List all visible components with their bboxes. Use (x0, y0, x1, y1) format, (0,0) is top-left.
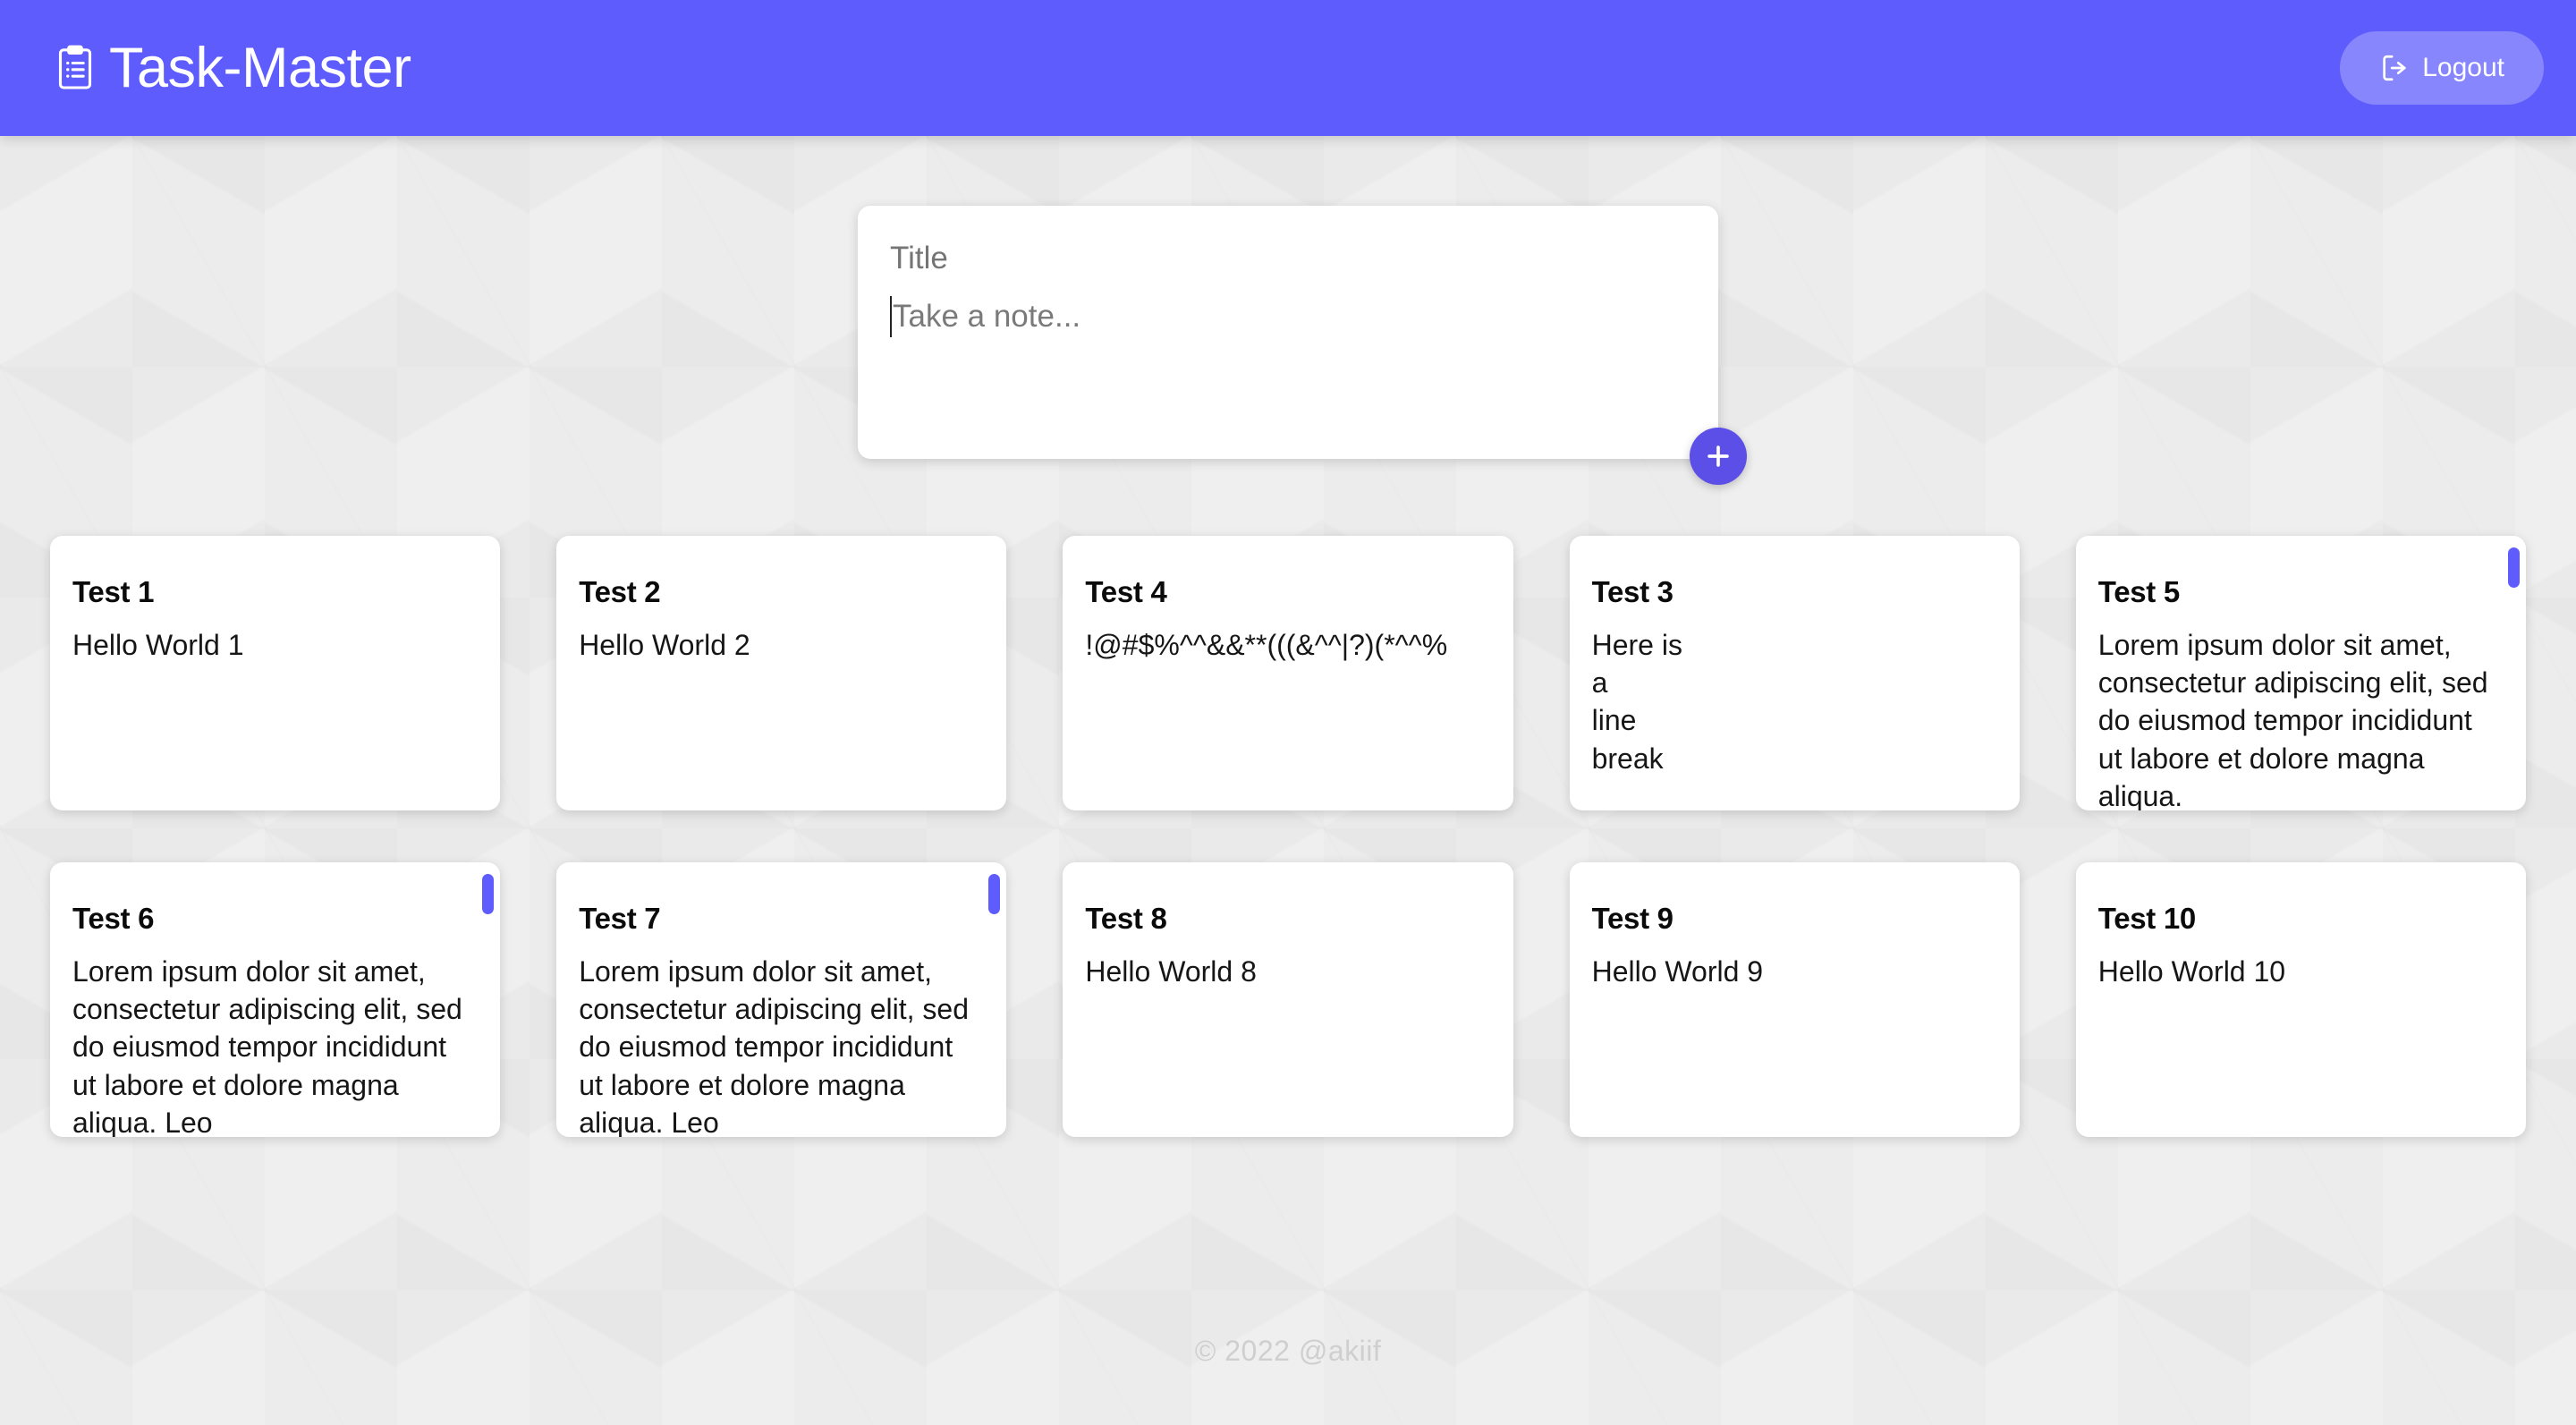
note-card-body: Hello World 2 (579, 628, 750, 661)
note-card-title: Test 4 (1085, 575, 1167, 608)
note-card-body: Lorem ipsum dolor sit amet, consectetur … (2097, 628, 2496, 810)
note-body-input[interactable]: Take a note... (890, 295, 1686, 337)
note-card-body: Hello World 10 (2097, 954, 2286, 988)
brand: Task-Master (55, 36, 411, 99)
note-card-title: Test 1 (72, 575, 155, 608)
footer-text: © 2022 @akiif (1194, 1335, 1382, 1367)
note-card-title: Test 9 (1591, 902, 1674, 935)
note-card[interactable]: Test 2 Hello World 2 (556, 536, 1007, 810)
app-footer: © 2022 @akiif (0, 1335, 2576, 1368)
note-card-scrollbar[interactable] (482, 874, 495, 914)
note-composer[interactable]: Title Take a note... (858, 206, 1747, 485)
note-card[interactable]: Test 5 Lorem ipsum dolor sit amet, consec… (2075, 536, 2526, 810)
text-caret (890, 295, 892, 337)
note-card-scrollbar[interactable] (988, 874, 1001, 914)
note-card-body: Hello World 1 (72, 628, 244, 661)
note-card[interactable]: Test 6 Lorem ipsum dolor sit amet, consec… (50, 862, 501, 1137)
note-card[interactable]: Test 10 Hello World 10 (2075, 862, 2526, 1137)
note-card-body: Hello World 9 (1591, 954, 1764, 988)
note-card-body: Hello World 8 (1085, 954, 1257, 988)
note-card-body: Lorem ipsum dolor sit amet, consectetur … (72, 954, 470, 1137)
note-card-title: Test 3 (1591, 575, 1674, 608)
logout-icon (2379, 53, 2410, 83)
note-card-body: Here is a line break (1591, 628, 1682, 775)
page-title: Task-Master (109, 36, 411, 99)
clipboard-icon (55, 45, 95, 91)
note-card-title: Test 7 (579, 902, 661, 935)
composer-section: Title Take a note... (0, 136, 2576, 485)
note-card[interactable]: Test 9 Hello World 9 (1569, 862, 2020, 1137)
note-card-title: Test 10 (2097, 902, 2196, 935)
notes-grid: Test 1 Hello World 1 Test 2 Hello World 2 Te… (0, 459, 2576, 1137)
note-card-title: Test 6 (72, 902, 155, 935)
note-card-title: Test 5 (2097, 575, 2180, 608)
note-card-scrollbar[interactable] (2508, 547, 2520, 588)
note-card[interactable]: Test 4 !@#$%^^&&**(((&^^|?)(*^^% (1063, 536, 1513, 810)
note-card-body: Lorem ipsum dolor sit amet, consectetur … (579, 954, 977, 1137)
note-card-body: !@#$%^^&&**(((&^^|?)(*^^% (1085, 628, 1448, 661)
logout-label: Logout (2422, 53, 2504, 82)
logout-button[interactable]: Logout (2340, 31, 2544, 105)
note-card-title: Test 2 (579, 575, 661, 608)
note-card[interactable]: Test 8 Hello World 8 (1063, 862, 1513, 1137)
note-card[interactable]: Test 3 Here is a line break (1569, 536, 2020, 810)
note-body-placeholder: Take a note... (893, 298, 1081, 334)
note-card-title: Test 8 (1085, 902, 1167, 935)
note-title-input[interactable]: Title (890, 241, 1686, 300)
note-card[interactable]: Test 7 Lorem ipsum dolor sit amet, consec… (556, 862, 1007, 1137)
note-card[interactable]: Test 1 Hello World 1 (50, 536, 501, 810)
app-header: Task-Master Logout (0, 0, 2576, 136)
